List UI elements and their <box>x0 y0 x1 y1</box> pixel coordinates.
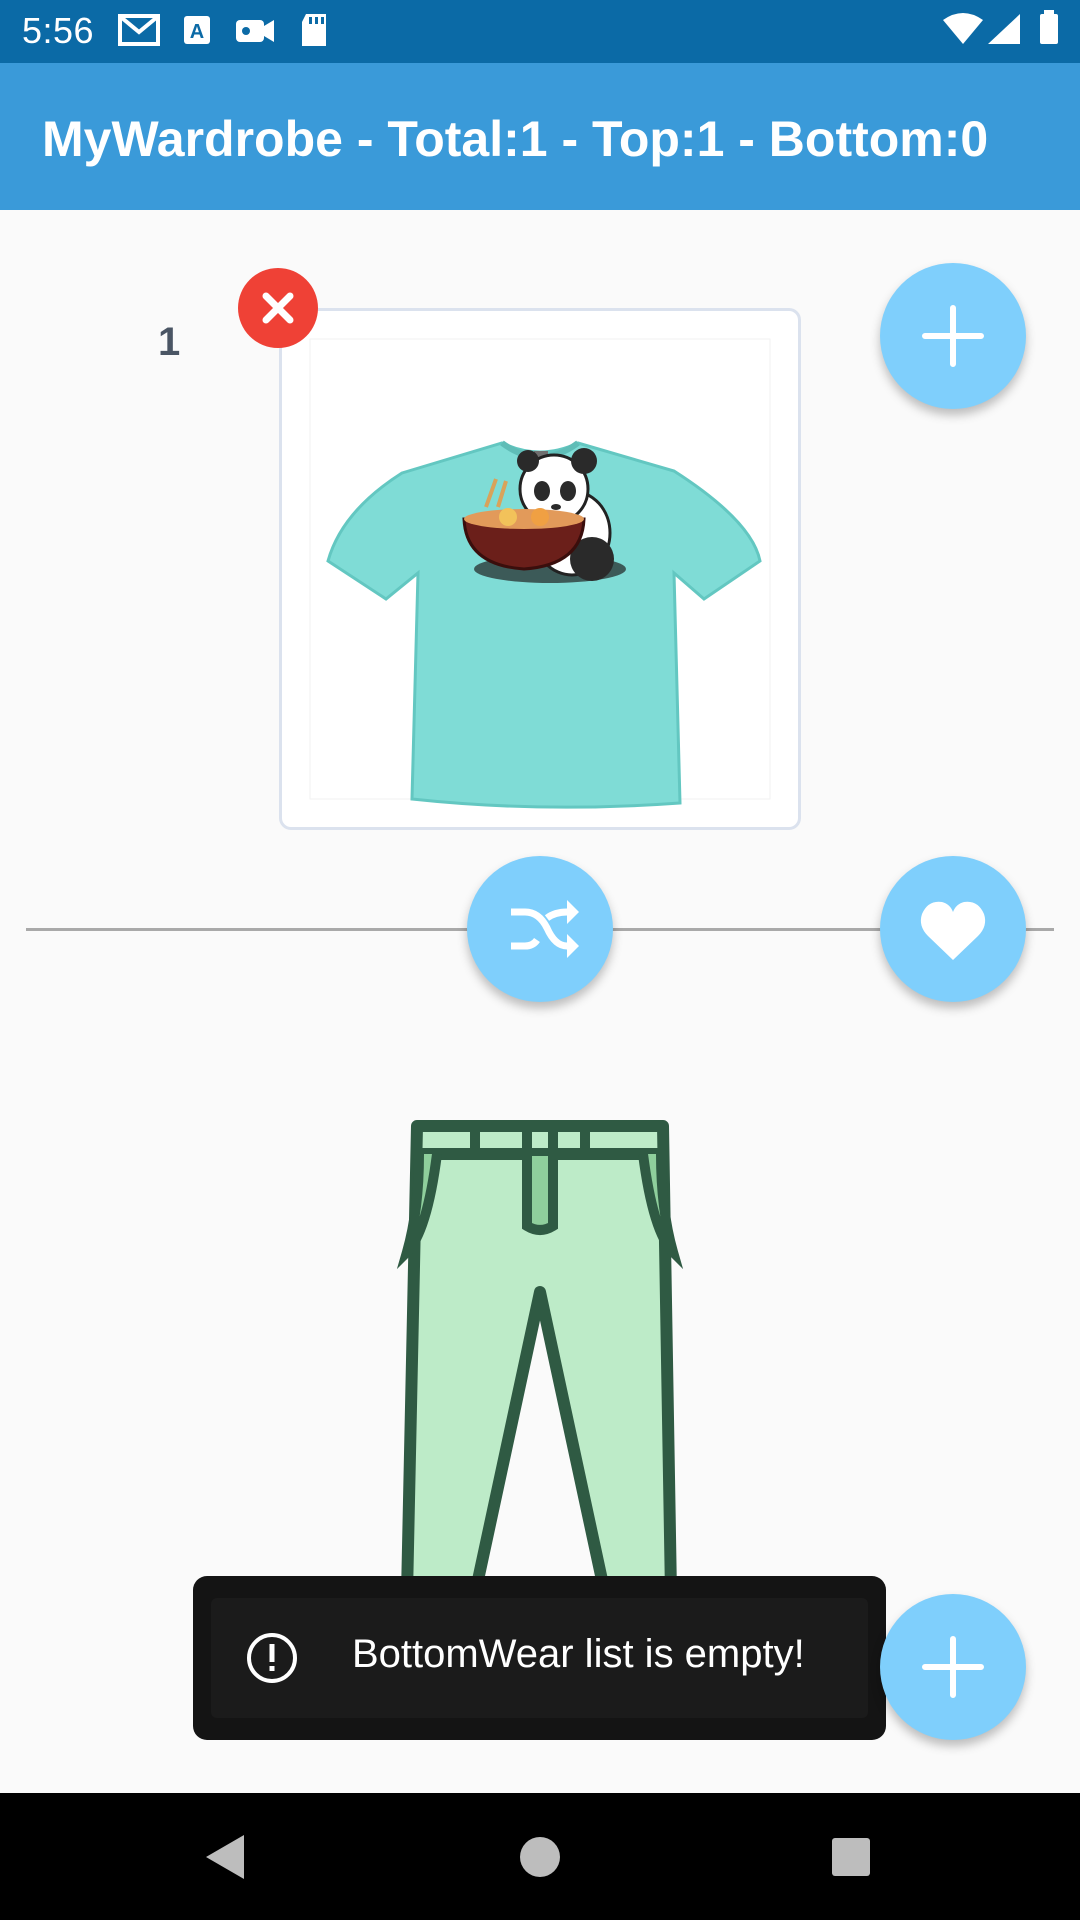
home-icon[interactable] <box>518 1835 562 1879</box>
gmail-icon <box>118 14 160 46</box>
remove-top-button[interactable] <box>238 268 318 348</box>
top-item-index: 1 <box>158 320 181 364</box>
shuffle-icon <box>511 900 579 958</box>
a-icon: A <box>184 16 210 44</box>
recents-icon[interactable] <box>830 1836 872 1878</box>
add-bottom-button[interactable] <box>880 1594 1026 1740</box>
pants-placeholder-image <box>396 1120 684 1600</box>
status-bar: 5:56 A <box>0 0 1080 63</box>
battery-icon <box>1040 10 1058 44</box>
plus-icon <box>922 1636 984 1698</box>
alert-circle-icon <box>247 1633 297 1683</box>
plus-icon <box>922 305 984 367</box>
snackbar: BottomWear list is empty! <box>193 1576 886 1740</box>
signal-icon <box>988 14 1020 44</box>
back-icon[interactable] <box>202 1833 250 1881</box>
wifi-icon <box>943 13 983 44</box>
navigation-bar <box>0 1793 1080 1920</box>
top-item-card[interactable] <box>279 308 801 830</box>
favorite-button[interactable] <box>880 856 1026 1002</box>
status-time: 5:56 <box>22 10 95 51</box>
app-bar: MyWardrobe - Total:1 - Top:1 - Bottom:0 <box>0 63 1080 210</box>
close-icon <box>262 292 294 324</box>
snackbar-message: BottomWear list is empty! <box>352 1632 805 1676</box>
svg-text:A: A <box>190 21 204 43</box>
shuffle-button[interactable] <box>467 856 613 1002</box>
sd-card-icon <box>302 14 326 46</box>
video-camera-icon <box>236 20 274 42</box>
heart-icon <box>920 901 986 960</box>
page-title: MyWardrobe - Total:1 - Top:1 - Bottom:0 <box>42 111 989 167</box>
t-shirt-panda-image <box>309 338 771 809</box>
add-top-button[interactable] <box>880 263 1026 409</box>
